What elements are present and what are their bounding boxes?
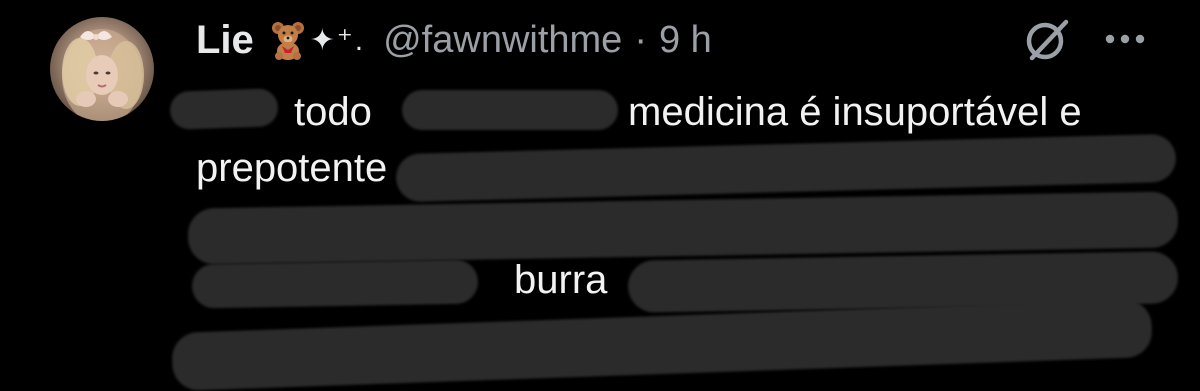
tweet-text-segment: prepotente <box>196 146 388 190</box>
tweet-text-segment: medicina é insuportável e <box>628 90 1082 134</box>
teddy-bear-icon <box>270 20 306 60</box>
display-name[interactable]: Lie <box>196 18 254 63</box>
more-options-icon[interactable] <box>1102 24 1148 54</box>
tweet-text-segment: burra <box>514 258 608 302</box>
tweet[interactable]: Lie ✦⁺. @fawnwithme · 9 h todo medicina … <box>0 0 1200 391</box>
redaction-block <box>169 88 279 130</box>
redaction-block <box>171 298 1153 391</box>
redaction-block <box>191 259 479 309</box>
redaction-block <box>402 90 618 130</box>
name-decoration: ✦⁺. <box>309 23 366 57</box>
redaction-block <box>395 133 1177 203</box>
tweet-header: Lie ✦⁺. @fawnwithme · 9 h <box>196 14 712 66</box>
user-avatar[interactable] <box>50 17 154 121</box>
tweet-text-segment: todo <box>294 90 372 134</box>
user-handle[interactable]: @fawnwithme <box>383 19 622 62</box>
header-separator: · <box>634 18 647 61</box>
avatar-image <box>62 29 144 121</box>
grok-icon[interactable] <box>1022 14 1072 64</box>
tweet-timestamp[interactable]: 9 h <box>659 19 712 62</box>
